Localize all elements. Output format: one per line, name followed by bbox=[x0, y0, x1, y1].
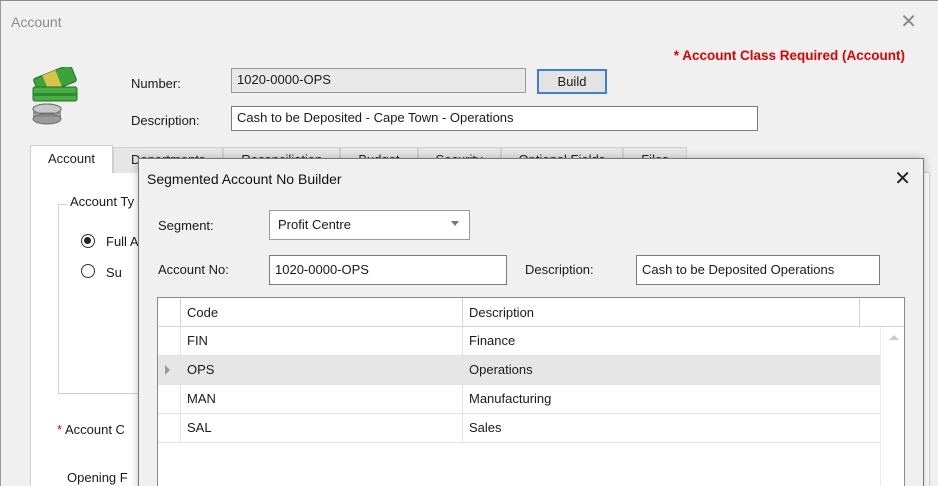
required-message: * Account Class Required (Account) bbox=[673, 48, 905, 63]
description-cell: Sales bbox=[462, 414, 880, 442]
table-row[interactable]: SAL Sales bbox=[158, 414, 880, 443]
scroll-up-icon[interactable] bbox=[889, 335, 899, 340]
close-icon[interactable]: ✕ bbox=[894, 166, 911, 190]
description-cell: Manufacturing bbox=[462, 385, 880, 413]
grid-header: Code Description bbox=[158, 298, 904, 327]
opening-label: Opening F bbox=[67, 470, 128, 485]
segment-grid: Code Description FIN Finance OPS Operati… bbox=[157, 297, 905, 486]
code-cell: MAN bbox=[180, 385, 462, 413]
account-no-field[interactable]: 1020-0000-OPS bbox=[269, 255, 507, 285]
description-field[interactable]: Cash to be Deposited - Cape Town - Opera… bbox=[231, 106, 758, 131]
segmented-builder-dialog: Segmented Account No Builder ✕ Segment: … bbox=[138, 158, 924, 486]
account-class-label: * Account C bbox=[57, 422, 125, 437]
close-icon[interactable]: ✕ bbox=[900, 9, 917, 33]
number-field[interactable]: 1020-0000-OPS bbox=[231, 68, 526, 93]
table-row[interactable]: FIN Finance bbox=[158, 327, 880, 356]
code-cell: FIN bbox=[180, 327, 462, 355]
description-label: Description: bbox=[131, 113, 200, 128]
account-class-text: Account C bbox=[64, 422, 125, 437]
code-cell: SAL bbox=[180, 414, 462, 442]
number-label: Number: bbox=[131, 76, 181, 91]
dialog-title: Segmented Account No Builder bbox=[147, 171, 342, 187]
segment-value: Profit Centre bbox=[278, 217, 351, 232]
table-row[interactable]: MAN Manufacturing bbox=[158, 385, 880, 414]
full-account-radio[interactable] bbox=[81, 234, 95, 248]
grid-vertical-scrollbar[interactable] bbox=[880, 327, 904, 486]
full-account-label: Full A bbox=[106, 234, 139, 249]
column-header-code[interactable]: Code bbox=[180, 298, 462, 327]
account-type-title: Account Ty bbox=[67, 194, 138, 209]
money-icon bbox=[32, 67, 78, 125]
current-row-indicator-icon bbox=[165, 365, 170, 375]
column-header-description[interactable]: Description bbox=[462, 298, 859, 327]
sub-account-label: Su bbox=[106, 265, 122, 280]
segment-select[interactable]: Profit Centre bbox=[269, 210, 470, 240]
tab-account[interactable]: Account bbox=[30, 145, 113, 173]
column-header-spacer bbox=[859, 298, 904, 327]
dialog-description-field[interactable]: Cash to be Deposited Operations bbox=[636, 255, 880, 285]
description-cell: Operations bbox=[462, 356, 880, 384]
segment-label: Segment: bbox=[158, 218, 214, 233]
dialog-description-label: Description: bbox=[525, 262, 594, 277]
title-bar: Account ✕ bbox=[1, 1, 938, 45]
build-button[interactable]: Build bbox=[537, 69, 607, 94]
sub-account-radio[interactable] bbox=[81, 264, 95, 278]
description-cell: Finance bbox=[462, 327, 880, 355]
required-star: * bbox=[57, 422, 63, 437]
table-row[interactable]: OPS Operations bbox=[158, 356, 880, 385]
account-no-label: Account No: bbox=[158, 262, 229, 277]
chevron-down-icon bbox=[451, 221, 459, 226]
code-cell: OPS bbox=[180, 356, 462, 384]
window-title: Account bbox=[11, 14, 62, 30]
